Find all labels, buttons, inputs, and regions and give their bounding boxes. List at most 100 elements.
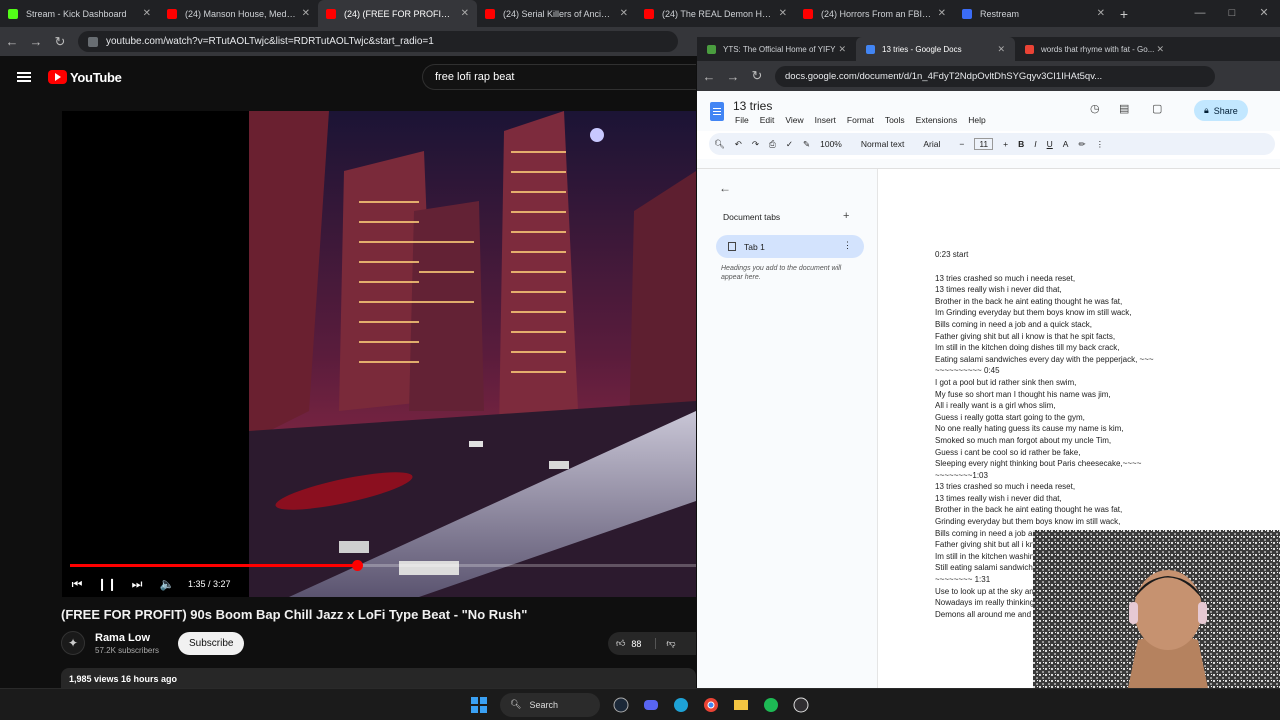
document-line[interactable]: Smoked so much man forgot about my uncle… [935,435,1275,447]
document-line[interactable]: Im still in the kitchen doing dishes til… [935,342,1275,354]
docs-reload-icon[interactable]: ↻ [745,68,769,84]
close-outline-icon[interactable]: ← [719,181,731,195]
browser-tab[interactable]: (24) The REAL Demon Hierarch... ✕ [636,0,795,27]
docs-url-field[interactable]: docs.google.com/document/d/1n_4FdyT2NdpO… [775,65,1215,87]
docs-browser-tab[interactable]: YTS: The Official Home of YIFY ✕ [697,37,856,61]
close-tab-icon[interactable]: ✕ [1097,8,1105,19]
search-menus-icon[interactable]: 🔍︎ [714,139,725,150]
history-icon[interactable]: ◷ [1090,102,1100,115]
print-icon[interactable]: ⎙ [769,139,776,150]
document-line[interactable]: Sleeping every night thinking bout Paris… [935,458,1275,470]
document-line[interactable]: Brother in the back he aint eating thoug… [935,504,1275,516]
reload-icon[interactable]: ↻ [48,34,72,50]
document-line[interactable]: ~~~~~~~~1:03 [935,470,1275,482]
document-line[interactable]: My fuse so short man I thought his name … [935,389,1275,401]
minimize-icon[interactable]: — [1184,0,1216,27]
close-tab-icon[interactable]: ✕ [938,8,946,19]
font-size-increase-icon[interactable]: + [1003,139,1008,149]
dislike-icon[interactable]: 👎︎ [655,638,676,649]
document-line[interactable]: 13 tries crashed so much i needa reset, [935,273,1275,285]
site-info-icon[interactable] [88,36,98,47]
docs-logo-icon[interactable] [710,102,724,121]
channel-name[interactable]: Rama Low [95,632,159,644]
menu-item-tools[interactable]: Tools [885,115,905,125]
font-select[interactable]: Arial [923,139,940,149]
spellcheck-icon[interactable]: ✓ [786,139,793,150]
docs-back-icon[interactable]: ← [697,69,721,84]
document-line[interactable]: Father giving shit but all i know is tha… [935,331,1275,343]
progress-bar[interactable] [70,560,696,571]
document-line[interactable]: Brother in the back he aint eating thoug… [935,296,1275,308]
blank-line[interactable] [935,261,1275,273]
browser-tab[interactable]: (24) Horrors From an FBI Datab... ✕ [795,0,954,27]
edge-icon[interactable] [667,691,695,719]
comments-icon[interactable]: ▤ [1119,102,1129,115]
paragraph-style-select[interactable]: Normal text [861,139,904,149]
browser-tab[interactable]: (24) (FREE FOR PROFIT) 90s ✕ [318,0,477,27]
document-line[interactable]: 13 times really wish i never did that, [935,284,1275,296]
discord-icon[interactable] [637,691,665,719]
highlight-icon[interactable]: ✏ [1078,139,1085,150]
close-tab-icon[interactable]: ✕ [779,8,787,19]
chrome-icon[interactable] [697,691,725,719]
document-line[interactable]: ~~~~~~~~~~ 0:45 [935,365,1275,377]
progress-scrubber[interactable] [352,560,363,571]
document-line[interactable]: Guess i really gotta start going to the … [935,412,1275,424]
doc-tab-1[interactable]: Tab 1 ⋮ [716,235,864,258]
document-line[interactable]: No one really hating guess its cause my … [935,423,1275,435]
add-tab-icon[interactable]: + [843,210,849,222]
docs-forward-icon[interactable]: → [721,69,745,84]
menu-item-help[interactable]: Help [968,115,985,125]
document-line[interactable]: Im Grinding everyday but them boys know … [935,307,1275,319]
document-line[interactable]: I got a pool but id rather sink then swi… [935,377,1275,389]
document-line[interactable]: 0:23 start [935,249,1275,261]
close-tab-icon[interactable]: ✕ [620,8,628,19]
document-line[interactable]: 13 times really wish i never did that, [935,493,1275,505]
youtube-logo[interactable]: YouTube [48,70,122,85]
close-tab-icon[interactable]: ✕ [997,44,1005,55]
more-icon[interactable]: ⋮ [1096,139,1105,150]
paint-format-icon[interactable]: ✎ [803,139,810,150]
file-explorer-icon[interactable] [727,691,755,719]
document-line[interactable]: Bills coming in need a job and a quick s… [935,319,1275,331]
redo-icon[interactable]: ↷ [752,139,759,150]
video-player[interactable]: ⏮ ❙❙ ⏭ 🔈 1:35 / 3:27 [62,111,696,597]
close-tab-icon[interactable]: ✕ [461,8,469,19]
zoom-select[interactable]: 100% [820,139,842,149]
italic-icon[interactable]: I [1034,139,1036,149]
previous-icon[interactable]: ⏮ [62,577,92,592]
underline-icon[interactable]: U [1047,139,1053,149]
font-size-field[interactable]: 11 [974,138,994,150]
menu-item-file[interactable]: File [735,115,749,125]
search-input[interactable]: free lofi rap beat [422,64,696,90]
document-line[interactable]: All i really want is a girl whos slim, [935,400,1275,412]
menu-item-extensions[interactable]: Extensions [916,115,958,125]
close-window-icon[interactable]: ✕ [1248,0,1280,27]
ruler[interactable] [697,159,1280,169]
next-icon[interactable]: ⏭ [122,577,152,592]
meet-icon[interactable]: ▢ [1152,102,1162,115]
close-tab-icon[interactable]: ✕ [302,8,310,19]
browser-tab[interactable]: (24) Serial Killers of Ancient Eg... ✕ [477,0,636,27]
back-icon[interactable]: ← [0,34,24,49]
font-size-decrease-icon[interactable]: − [959,139,964,149]
tab-options-icon[interactable]: ⋮ [843,240,852,251]
document-line[interactable]: Eating salami sandwiches every day with … [935,354,1275,366]
subscribe-button[interactable]: Subscribe [178,632,245,655]
undo-icon[interactable]: ↶ [735,139,742,150]
document-title[interactable]: 13 tries [733,99,772,113]
menu-item-insert[interactable]: Insert [815,115,836,125]
menu-item-format[interactable]: Format [847,115,874,125]
menu-item-view[interactable]: View [785,115,803,125]
close-tab-icon[interactable]: ✕ [838,44,846,55]
start-icon[interactable] [465,691,493,719]
close-tab-icon[interactable]: ✕ [1156,44,1164,55]
volume-icon[interactable]: 🔈 [152,577,182,591]
share-button[interactable]: 🔒︎ Share [1194,100,1248,121]
browser-tab[interactable]: Restream ✕ [954,0,1113,27]
bold-icon[interactable]: B [1018,139,1024,149]
steam-icon[interactable] [607,691,635,719]
menu-icon[interactable] [17,70,31,84]
taskbar-search[interactable]: 🔍︎ Search [500,692,600,717]
channel-avatar[interactable]: ✦ [61,631,85,655]
